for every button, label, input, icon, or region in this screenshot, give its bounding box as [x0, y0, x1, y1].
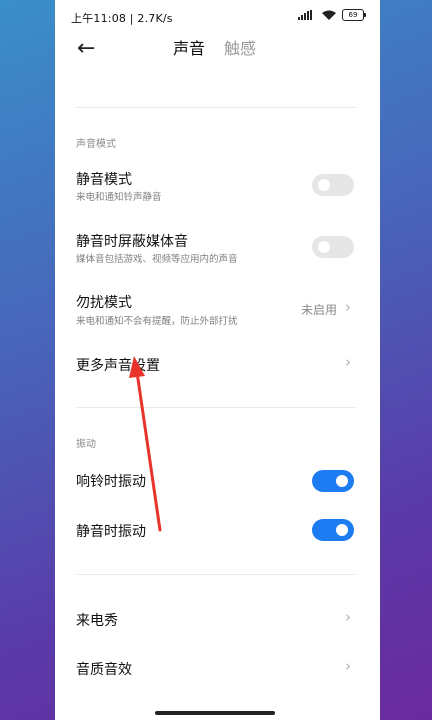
annotation-arrow-icon	[129, 356, 162, 532]
